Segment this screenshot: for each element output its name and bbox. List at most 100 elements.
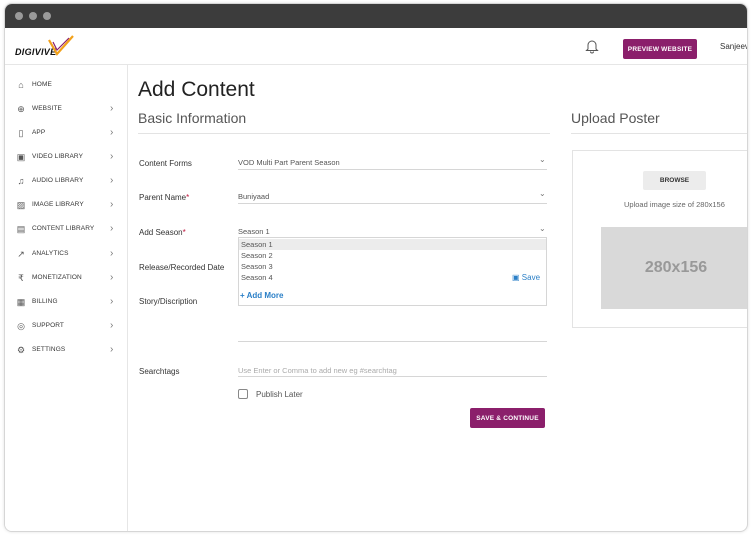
chevron-down-icon[interactable]: ⌄	[539, 224, 546, 233]
parent-name-select-value[interactable]: Buniyaad	[238, 192, 269, 201]
searchtags-underline	[238, 376, 547, 377]
chevron-right-icon: ›	[110, 296, 114, 307]
season-option-input[interactable]: Season 4	[239, 272, 546, 283]
season-dropdown: Season 1 Season 2 Season 3 Season 4 ▣ Sa…	[238, 237, 547, 306]
release-date-label: Release/Recorded Date	[139, 263, 225, 272]
brand-logo[interactable]: DIGIVIVE	[15, 34, 77, 60]
sidebar-item-app[interactable]: ▯ APP ›	[5, 124, 128, 144]
video-icon: ▣	[16, 152, 26, 162]
globe-icon: ⊕	[17, 104, 25, 114]
basic-information-heading: Basic Information	[138, 110, 247, 126]
sidebar-item-image-library[interactable]: ▨ IMAGE LIBRARY ›	[5, 196, 128, 216]
searchtags-label: Searchtags	[139, 367, 180, 376]
add-season-select-value[interactable]: Season 1	[238, 227, 270, 236]
preview-website-button[interactable]: PREVIEW WEBSITE	[623, 39, 697, 59]
browser-window: DIGIVIVE PREVIEW WEBSITE Sanjeev ⌂ HOME …	[4, 3, 748, 532]
add-more-season-link[interactable]: + Add More	[240, 291, 283, 300]
content-forms-underline	[238, 169, 547, 170]
parent-name-label-text: Parent Name	[139, 193, 187, 202]
support-icon: ◎	[17, 321, 25, 331]
section-divider	[138, 133, 550, 134]
save-icon: ▣	[512, 273, 522, 282]
sidebar-item-audio-library[interactable]: ♫ AUDIO LIBRARY ›	[5, 172, 128, 192]
publish-later-label[interactable]: Publish Later	[256, 390, 303, 399]
main-content: Add Content Basic Information Upload Pos…	[129, 65, 747, 531]
chevron-right-icon: ›	[110, 223, 114, 234]
sidebar-item-label: WEBSITE	[32, 105, 62, 112]
required-mark: *	[182, 228, 186, 237]
sidebar-nav: ⌂ HOME ⊕ WEBSITE › ▯ APP › ▣ VIDEO LIBRA…	[5, 65, 128, 531]
chevron-right-icon: ›	[110, 344, 114, 355]
chevron-right-icon: ›	[110, 248, 114, 259]
sidebar-item-billing[interactable]: ▦ BILLING ›	[5, 293, 128, 313]
sidebar-item-label: IMAGE LIBRARY	[32, 201, 84, 208]
chevron-right-icon: ›	[110, 320, 114, 331]
save-continue-button[interactable]: SAVE & CONTINUE	[470, 408, 545, 428]
window-close-dot[interactable]	[15, 12, 23, 20]
sidebar-item-label: VIDEO LIBRARY	[32, 153, 84, 160]
sidebar-item-label: AUDIO LIBRARY	[32, 177, 84, 184]
chevron-down-icon[interactable]: ⌄	[539, 189, 546, 198]
billing-icon: ▦	[16, 297, 26, 307]
chevron-right-icon: ›	[110, 127, 114, 138]
window-titlebar	[5, 4, 747, 28]
upload-poster-heading: Upload Poster	[571, 110, 660, 126]
required-mark: *	[186, 193, 190, 202]
music-icon: ♫	[17, 176, 25, 186]
publish-later-checkbox[interactable]	[238, 389, 248, 399]
chevron-right-icon: ›	[110, 199, 114, 210]
user-name[interactable]: Sanjeev	[720, 42, 747, 51]
sidebar-item-monetization[interactable]: ₹ MONETIZATION ›	[5, 269, 128, 289]
window-minimize-dot[interactable]	[29, 12, 37, 20]
save-season-button[interactable]: ▣ Save	[512, 273, 540, 282]
logo-mark-icon	[48, 35, 74, 56]
story-label: Story/Discription	[139, 297, 198, 306]
save-season-label: Save	[521, 273, 541, 282]
content-forms-select-value[interactable]: VOD Multi Part Parent Season	[238, 158, 340, 167]
sidebar-item-content-library[interactable]: ▤ CONTENT LIBRARY ›	[5, 220, 128, 240]
analytics-icon: ↗	[17, 249, 25, 259]
chevron-right-icon: ›	[110, 103, 114, 114]
notification-bell-icon[interactable]	[585, 38, 599, 54]
mobile-icon: ▯	[18, 128, 24, 138]
sidebar-item-support[interactable]: ◎ SUPPORT ›	[5, 317, 128, 337]
sidebar-item-website[interactable]: ⊕ WEBSITE ›	[5, 100, 128, 120]
home-icon: ⌂	[18, 80, 24, 90]
parent-name-label: Parent Name*	[139, 193, 189, 202]
add-season-label: Add Season*	[139, 228, 186, 237]
gear-icon: ⚙	[16, 345, 26, 355]
image-icon: ▨	[16, 200, 26, 210]
season-option[interactable]: Season 1	[239, 239, 546, 250]
content-icon: ▤	[16, 224, 26, 234]
chevron-right-icon: ›	[110, 272, 114, 283]
story-textarea-underline[interactable]	[238, 341, 547, 342]
section-divider	[571, 133, 747, 134]
sidebar-item-analytics[interactable]: ↗ ANALYTICS ›	[5, 245, 128, 265]
add-season-label-text: Add Season	[139, 228, 183, 237]
sidebar-item-label: HOME	[32, 81, 52, 88]
parent-name-underline	[238, 203, 547, 204]
chevron-right-icon: ›	[110, 175, 114, 186]
upload-poster-panel: BROWSE Upload image size of 280x156 280x…	[572, 150, 747, 328]
searchtags-input[interactable]: Use Enter or Comma to add new eg #search…	[238, 366, 397, 375]
season-option[interactable]: Season 2	[239, 250, 546, 261]
content-forms-label: Content Forms	[139, 159, 192, 168]
sidebar-item-label: CONTENT LIBRARY	[32, 225, 95, 232]
sidebar-item-home[interactable]: ⌂ HOME	[5, 76, 128, 96]
top-header: DIGIVIVE PREVIEW WEBSITE Sanjeev	[5, 28, 747, 65]
sidebar-item-video-library[interactable]: ▣ VIDEO LIBRARY ›	[5, 148, 128, 168]
poster-placeholder: 280x156	[601, 227, 747, 309]
poster-size-hint: Upload image size of 280x156	[624, 200, 725, 209]
chevron-right-icon: ›	[110, 151, 114, 162]
sidebar-item-settings[interactable]: ⚙ SETTINGS ›	[5, 341, 128, 361]
season-option[interactable]: Season 3	[239, 261, 546, 272]
page-title: Add Content	[138, 78, 255, 101]
sidebar-item-label: SUPPORT	[32, 322, 65, 329]
browse-button[interactable]: BROWSE	[643, 171, 706, 190]
rupee-icon: ₹	[18, 273, 24, 283]
window-maximize-dot[interactable]	[43, 12, 51, 20]
sidebar-item-label: ANALYTICS	[32, 250, 69, 257]
chevron-down-icon[interactable]: ⌄	[539, 155, 546, 164]
sidebar-item-label: SETTINGS	[32, 346, 66, 353]
sidebar-item-label: BILLING	[32, 298, 58, 305]
